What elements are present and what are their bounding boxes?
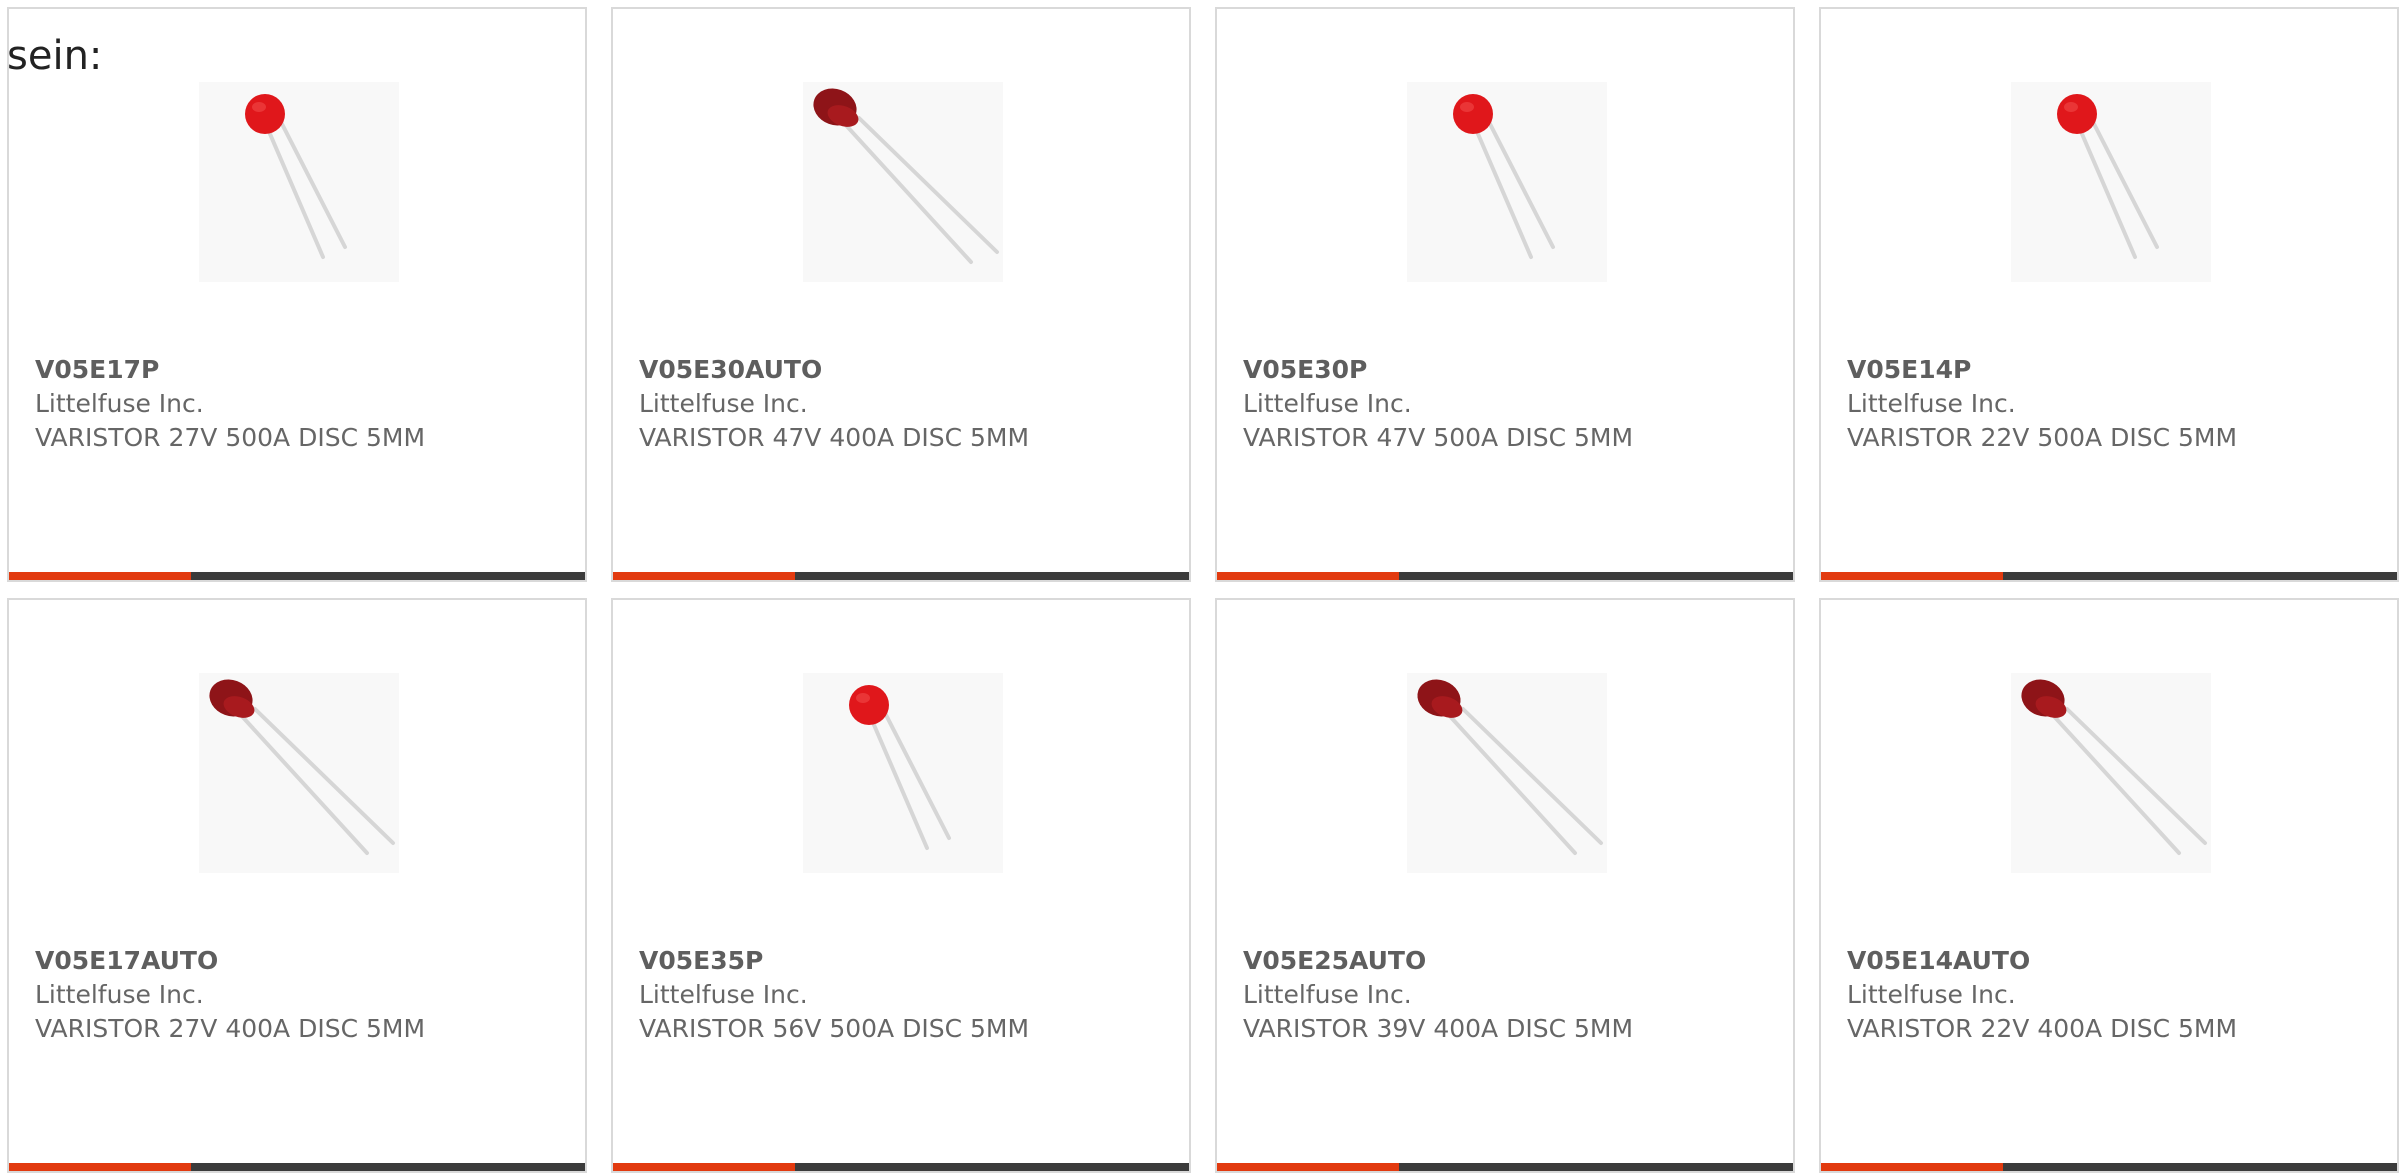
description: VARISTOR 22V 500A DISC 5MM <box>1847 423 2238 452</box>
part-number[interactable]: V05E25AUTO <box>1243 944 1783 978</box>
product-grid: V05E17P Littelfuse Inc. VARISTOR 27V 500… <box>7 7 2400 1173</box>
description: VARISTOR 39V 400A DISC 5MM <box>1243 1014 1634 1043</box>
product-info: V05E17P Littelfuse Inc. VARISTOR 27V 500… <box>35 353 575 455</box>
manufacturer: Littelfuse Inc. <box>35 980 204 1009</box>
card-footer-bar <box>1821 572 2397 580</box>
red-varistor-icon <box>1407 82 1607 282</box>
product-info: V05E30AUTO Littelfuse Inc. VARISTOR 47V … <box>639 353 1179 455</box>
dark-red-varistor-icon <box>803 82 1003 282</box>
accent-bar <box>1217 1163 1399 1171</box>
product-info: V05E30P Littelfuse Inc. VARISTOR 47V 500… <box>1243 353 1783 455</box>
part-number[interactable]: V05E14AUTO <box>1847 944 2387 978</box>
description: VARISTOR 22V 400A DISC 5MM <box>1847 1014 2238 1043</box>
part-number[interactable]: V05E30P <box>1243 353 1783 387</box>
dark-red-varistor-icon <box>199 673 399 873</box>
red-varistor-icon <box>2011 82 2211 282</box>
card-footer-bar <box>9 572 585 580</box>
card-footer-bar <box>613 572 1189 580</box>
accent-bar <box>1821 1163 2003 1171</box>
card-footer-bar <box>613 1163 1189 1171</box>
accent-bar <box>1821 572 2003 580</box>
product-info: V05E14AUTO Littelfuse Inc. VARISTOR 22V … <box>1847 944 2387 1046</box>
manufacturer: Littelfuse Inc. <box>639 980 808 1009</box>
dark-red-varistor-icon <box>1407 673 1607 873</box>
product-card[interactable]: V05E14AUTO Littelfuse Inc. VARISTOR 22V … <box>1819 598 2399 1173</box>
part-number[interactable]: V05E17P <box>35 353 575 387</box>
intro-text: sein: <box>7 33 103 79</box>
product-card[interactable]: V05E14P Littelfuse Inc. VARISTOR 22V 500… <box>1819 7 2399 582</box>
accent-bar <box>9 1163 191 1171</box>
description: VARISTOR 27V 400A DISC 5MM <box>35 1014 426 1043</box>
part-number[interactable]: V05E30AUTO <box>639 353 1179 387</box>
card-footer-bar <box>9 1163 585 1171</box>
product-card[interactable]: V05E17AUTO Littelfuse Inc. VARISTOR 27V … <box>7 598 587 1173</box>
description: VARISTOR 47V 400A DISC 5MM <box>639 423 1030 452</box>
product-card[interactable]: V05E25AUTO Littelfuse Inc. VARISTOR 39V … <box>1215 598 1795 1173</box>
product-card[interactable]: V05E35P Littelfuse Inc. VARISTOR 56V 500… <box>611 598 1191 1173</box>
accent-bar <box>9 572 191 580</box>
card-footer-bar <box>1217 1163 1793 1171</box>
product-card[interactable]: V05E17P Littelfuse Inc. VARISTOR 27V 500… <box>7 7 587 582</box>
part-number[interactable]: V05E17AUTO <box>35 944 575 978</box>
manufacturer: Littelfuse Inc. <box>639 389 808 418</box>
manufacturer: Littelfuse Inc. <box>1847 980 2016 1009</box>
red-varistor-icon <box>199 82 399 282</box>
accent-bar <box>1217 572 1399 580</box>
product-info: V05E35P Littelfuse Inc. VARISTOR 56V 500… <box>639 944 1179 1046</box>
description: VARISTOR 47V 500A DISC 5MM <box>1243 423 1634 452</box>
red-varistor-icon <box>803 673 1003 873</box>
manufacturer: Littelfuse Inc. <box>1847 389 2016 418</box>
manufacturer: Littelfuse Inc. <box>35 389 204 418</box>
dark-red-varistor-icon <box>2011 673 2211 873</box>
part-number[interactable]: V05E14P <box>1847 353 2387 387</box>
part-number[interactable]: V05E35P <box>639 944 1179 978</box>
product-info: V05E14P Littelfuse Inc. VARISTOR 22V 500… <box>1847 353 2387 455</box>
product-info: V05E25AUTO Littelfuse Inc. VARISTOR 39V … <box>1243 944 1783 1046</box>
product-info: V05E17AUTO Littelfuse Inc. VARISTOR 27V … <box>35 944 575 1046</box>
manufacturer: Littelfuse Inc. <box>1243 389 1412 418</box>
description: VARISTOR 56V 500A DISC 5MM <box>639 1014 1030 1043</box>
manufacturer: Littelfuse Inc. <box>1243 980 1412 1009</box>
card-footer-bar <box>1217 572 1793 580</box>
card-footer-bar <box>1821 1163 2397 1171</box>
product-card[interactable]: V05E30P Littelfuse Inc. VARISTOR 47V 500… <box>1215 7 1795 582</box>
product-card[interactable]: V05E30AUTO Littelfuse Inc. VARISTOR 47V … <box>611 7 1191 582</box>
accent-bar <box>613 1163 795 1171</box>
accent-bar <box>613 572 795 580</box>
description: VARISTOR 27V 500A DISC 5MM <box>35 423 426 452</box>
